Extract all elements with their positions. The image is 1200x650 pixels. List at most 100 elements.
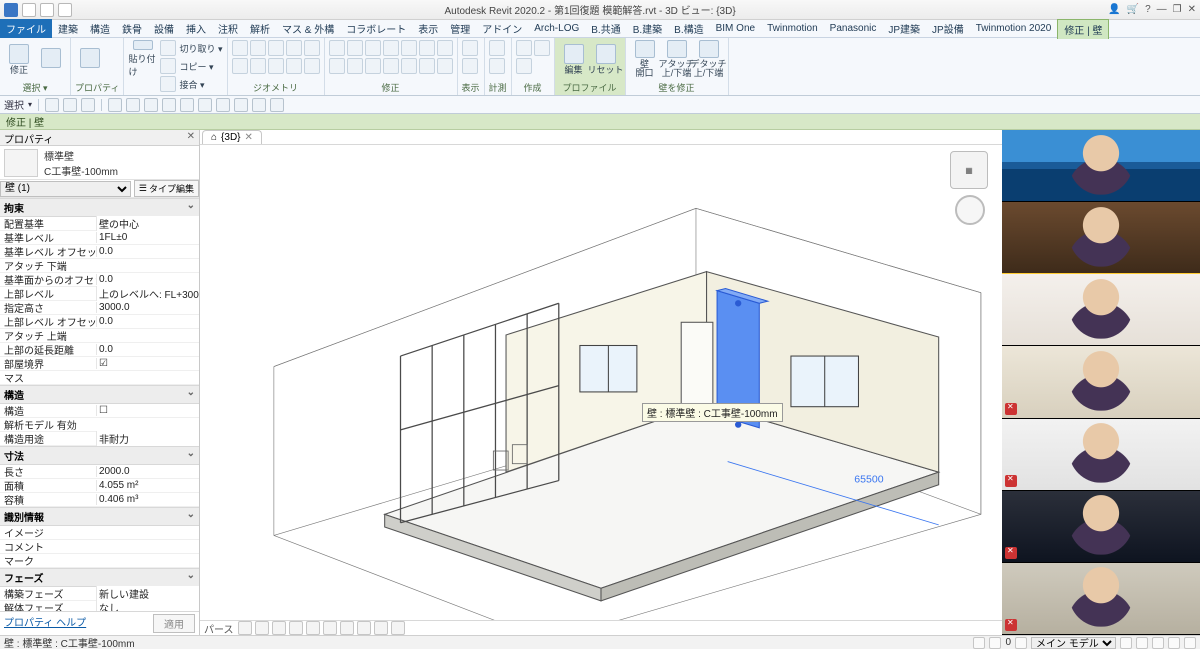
ribbon-icon[interactable] (516, 58, 532, 74)
prop-row[interactable]: 面積4.055 m² (0, 479, 199, 493)
opt-icon[interactable] (108, 98, 122, 112)
tab-B.建築[interactable]: B.建築 (627, 19, 668, 38)
view-tab-close-icon[interactable]: ✕ (245, 132, 253, 143)
ribbon-button[interactable]: 壁 開口 (630, 40, 660, 78)
ribbon-button[interactable]: リセット (591, 40, 621, 78)
tab-B.構造[interactable]: B.構造 (668, 19, 709, 38)
status-icon[interactable] (1168, 637, 1180, 649)
opt-icon[interactable] (234, 98, 248, 112)
ribbon-icon[interactable] (383, 58, 399, 74)
prop-value[interactable]: 1FL±0 (96, 232, 199, 243)
cart-icon[interactable]: 🛒 (1127, 4, 1139, 15)
ribbon-button[interactable]: 修正 (4, 40, 34, 78)
opt-icon[interactable] (45, 98, 59, 112)
opt-icon[interactable] (198, 98, 212, 112)
ribbon-icon[interactable] (401, 58, 417, 74)
window-min-icon[interactable]: — (1157, 4, 1167, 15)
prop-row[interactable]: アタッチ 上端 (0, 329, 199, 343)
vcb-icon[interactable] (289, 621, 303, 635)
ribbon-icon[interactable] (462, 58, 478, 74)
opt-icon[interactable] (63, 98, 77, 112)
ribbon-icon[interactable] (304, 40, 320, 56)
prop-row[interactable]: 解体フェーズなし (0, 601, 199, 611)
prop-value[interactable]: 非耐力 (96, 431, 199, 446)
status-icon[interactable] (989, 637, 1001, 649)
ribbon-icon[interactable] (462, 40, 478, 56)
prop-value[interactable]: 0.0 (96, 344, 199, 355)
status-icon[interactable] (1136, 637, 1148, 649)
user-icon[interactable]: 👤 (1108, 4, 1120, 15)
video-participant[interactable] (1002, 419, 1200, 491)
prop-row[interactable]: 上部レベル上のレベルへ: FL+3000 (0, 287, 199, 301)
prop-value[interactable] (96, 358, 199, 369)
ribbon-button[interactable] (36, 40, 66, 78)
instance-filter[interactable]: 壁 (1) (0, 181, 131, 197)
prop-row[interactable]: 解析モデル 有効 (0, 418, 199, 432)
vcb-icon[interactable] (255, 621, 269, 635)
ribbon-icon[interactable] (250, 58, 266, 74)
opt-icon[interactable] (144, 98, 158, 112)
tab-Panasonic[interactable]: Panasonic (824, 21, 883, 36)
prop-value[interactable]: 3000.0 (96, 302, 199, 313)
view-mode-label[interactable]: パース (204, 621, 234, 636)
qat-open-icon[interactable] (22, 3, 36, 17)
status-icon[interactable] (1015, 637, 1027, 649)
prop-row[interactable]: コメント (0, 540, 199, 554)
prop-row[interactable]: 構築フェーズ新しい建設 (0, 587, 199, 601)
prop-value[interactable]: 2000.0 (96, 466, 199, 477)
tab-JP設備[interactable]: JP設備 (926, 19, 970, 38)
tab-解析[interactable]: 解析 (244, 19, 276, 38)
vcb-icon[interactable] (238, 621, 252, 635)
vcb-icon[interactable] (272, 621, 286, 635)
ribbon-icon[interactable] (347, 58, 363, 74)
ribbon-icon[interactable] (516, 40, 532, 56)
ribbon-icon[interactable] (365, 40, 381, 56)
3d-canvas[interactable]: 65500 壁 : 標準壁 : C工事壁-100mm ▦ (200, 145, 1002, 620)
prop-value[interactable]: 壁の中心 (96, 216, 199, 231)
tab-B.共通[interactable]: B.共通 (585, 19, 626, 38)
ribbon-icon[interactable] (304, 58, 320, 74)
ribbon-icon[interactable] (419, 40, 435, 56)
opt-icon[interactable] (180, 98, 194, 112)
video-participant[interactable] (1002, 130, 1200, 202)
prop-value[interactable]: なし (96, 600, 199, 611)
window-max-icon[interactable]: ❐ (1173, 4, 1182, 15)
prop-value[interactable]: 0.406 m³ (96, 494, 199, 505)
prop-value[interactable] (96, 405, 199, 416)
tab-BIM One[interactable]: BIM One (710, 21, 761, 36)
window-close-icon[interactable]: ✕ (1188, 4, 1196, 15)
status-icon[interactable] (1120, 637, 1132, 649)
prop-category[interactable]: 識別情報⌄ (0, 507, 199, 526)
ribbon-button[interactable]: アタッチ 上/下端 (662, 40, 692, 78)
prop-row[interactable]: 基準面からのオフセット0.0 (0, 273, 199, 287)
prop-row[interactable]: 構造 (0, 404, 199, 418)
prop-row[interactable]: 容積0.406 m³ (0, 493, 199, 507)
vcb-icon[interactable] (323, 621, 337, 635)
ribbon-button[interactable]: 貼り付け (128, 40, 158, 78)
ribbon-icon[interactable] (250, 40, 266, 56)
prop-value[interactable]: 新しい建設 (96, 586, 199, 601)
opt-icon[interactable] (126, 98, 140, 112)
status-icon[interactable] (1152, 637, 1164, 649)
properties-apply-button[interactable]: 適用 (153, 614, 195, 633)
ribbon-icon[interactable] (383, 40, 399, 56)
viewcube[interactable]: ▦ (950, 151, 988, 189)
prop-row[interactable]: アタッチ 下端 (0, 259, 199, 273)
vcb-icon[interactable] (357, 621, 371, 635)
tab-Twinmotion 2020[interactable]: Twinmotion 2020 (970, 21, 1058, 36)
ribbon-icon[interactable] (232, 58, 248, 74)
opt-icon[interactable] (216, 98, 230, 112)
tab-Arch-LOG[interactable]: Arch-LOG (528, 21, 585, 36)
ribbon-icon[interactable] (437, 58, 453, 74)
ribbon-icon[interactable] (365, 58, 381, 74)
tab-建築[interactable]: 建築 (52, 19, 84, 38)
ribbon-icon[interactable] (347, 40, 363, 56)
ribbon-icon[interactable] (489, 58, 505, 74)
ribbon-icon[interactable] (489, 40, 505, 56)
ribbon-icon[interactable] (286, 40, 302, 56)
properties-close-icon[interactable]: ✕ (187, 131, 195, 144)
opt-icon[interactable] (270, 98, 284, 112)
qat-undo-icon[interactable] (58, 3, 72, 17)
opt-icon[interactable] (252, 98, 266, 112)
workset-select[interactable]: メイン モデル (1031, 637, 1116, 649)
